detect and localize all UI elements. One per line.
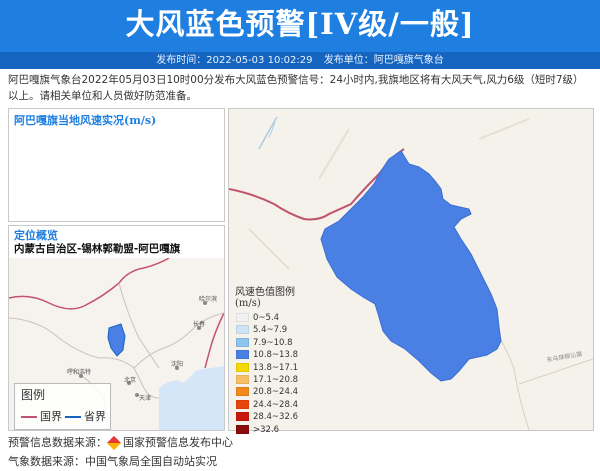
national-border [9,258,170,310]
provincial-border-swatch [65,416,81,418]
weather-source-line: 气象数据来源：中国气象局全国自动站实况 [8,455,217,468]
location-subtitle: 内蒙古自治区-锡林郭勒盟-阿巴嘎旗 [14,243,181,255]
wind-speed-legend: 风速色值图例 (m/s) 0~5.4 5.4~7.9 7.9~10.8 10.8… [233,283,321,435]
publish-info-bar: 发布时间：2022-05-03 10:02:29 发布单位：阿巴嘎旗气象台 [0,52,600,69]
warning-region[interactable] [320,150,502,382]
national-border-east [204,312,224,369]
warning-description: 阿巴嘎旗气象台2022年05月03日10时00分发布大风蓝色预警信号：24小时内… [8,74,584,102]
wind-legend-list: 0~5.4 5.4~7.9 7.9~10.8 10.8~13.8 13.8~17… [233,312,321,436]
terrain-line [318,128,350,180]
map-label: 北京 [124,376,136,384]
wind-speed-panel: 阿巴嘎旗当地风速实况(m/s) [8,108,225,222]
publish-time: 发布时间：2022-05-03 10:02:29 [156,55,313,66]
terrain-line [478,118,530,140]
road [518,358,593,385]
warning-source-name[interactable]: 国家预警信息发布中心 [123,436,233,449]
map-label: 哈尔滨 [199,295,217,303]
national-border-swatch [21,416,37,418]
location-overview-panel: 定位概览 内蒙古自治区-锡林郭勒盟-阿巴嘎旗 北京 天津 呼和浩特 沈阳 长春 … [8,225,225,431]
wind-legend-item: 13.8~17.1 [233,362,321,374]
wind-legend-item: 28.4~32.6 [233,411,321,423]
wind-legend-item: 20.8~24.4 [233,386,321,398]
publisher: 发布单位：阿巴嘎旗气象台 [323,55,444,66]
map-label: 呼和浩特 [67,368,91,376]
wind-speed-title: 阿巴嘎旗当地风速实况(m/s) [14,114,157,127]
page-title: 大风蓝色预警[IV级/一般] [125,7,475,41]
legend-national: 国界 [21,408,62,424]
wind-legend-item: 24.4~28.4 [233,399,321,411]
province-line [118,282,160,369]
wind-legend-item: 10.8~13.8 [233,349,321,361]
map-label: 天津 [139,395,151,402]
map-label: 长春 [193,320,205,328]
wind-legend-item: 0~5.4 [233,312,321,324]
province-line [133,312,224,369]
legend-provincial: 省界 [65,408,106,424]
wind-legend-item: >32.6 [233,424,321,436]
nmc-logo-icon [106,435,122,451]
legend-title: 图例 [21,388,46,402]
warning-source-line: 预警信息数据来源： 国家预警信息发布中心 [8,434,233,451]
map-legend: 图例 国界 省界 [14,383,111,430]
header-banner: 大风蓝色预警[IV级/一般] [0,0,600,52]
terrain-line [248,228,290,270]
map-label: 沈阳 [171,360,183,368]
region-label: 东乌珠穆沁旗 [546,350,583,364]
wind-legend-item: 7.9~10.8 [233,337,321,349]
wind-legend-item: 5.4~7.9 [233,324,321,336]
wind-legend-title: 风速色值图例 (m/s) [235,287,295,309]
sea-area [159,366,224,430]
warning-source-label: 预警信息数据来源： [8,436,107,449]
wind-legend-item: 17.1~20.8 [233,374,321,386]
highlighted-region [107,323,126,357]
